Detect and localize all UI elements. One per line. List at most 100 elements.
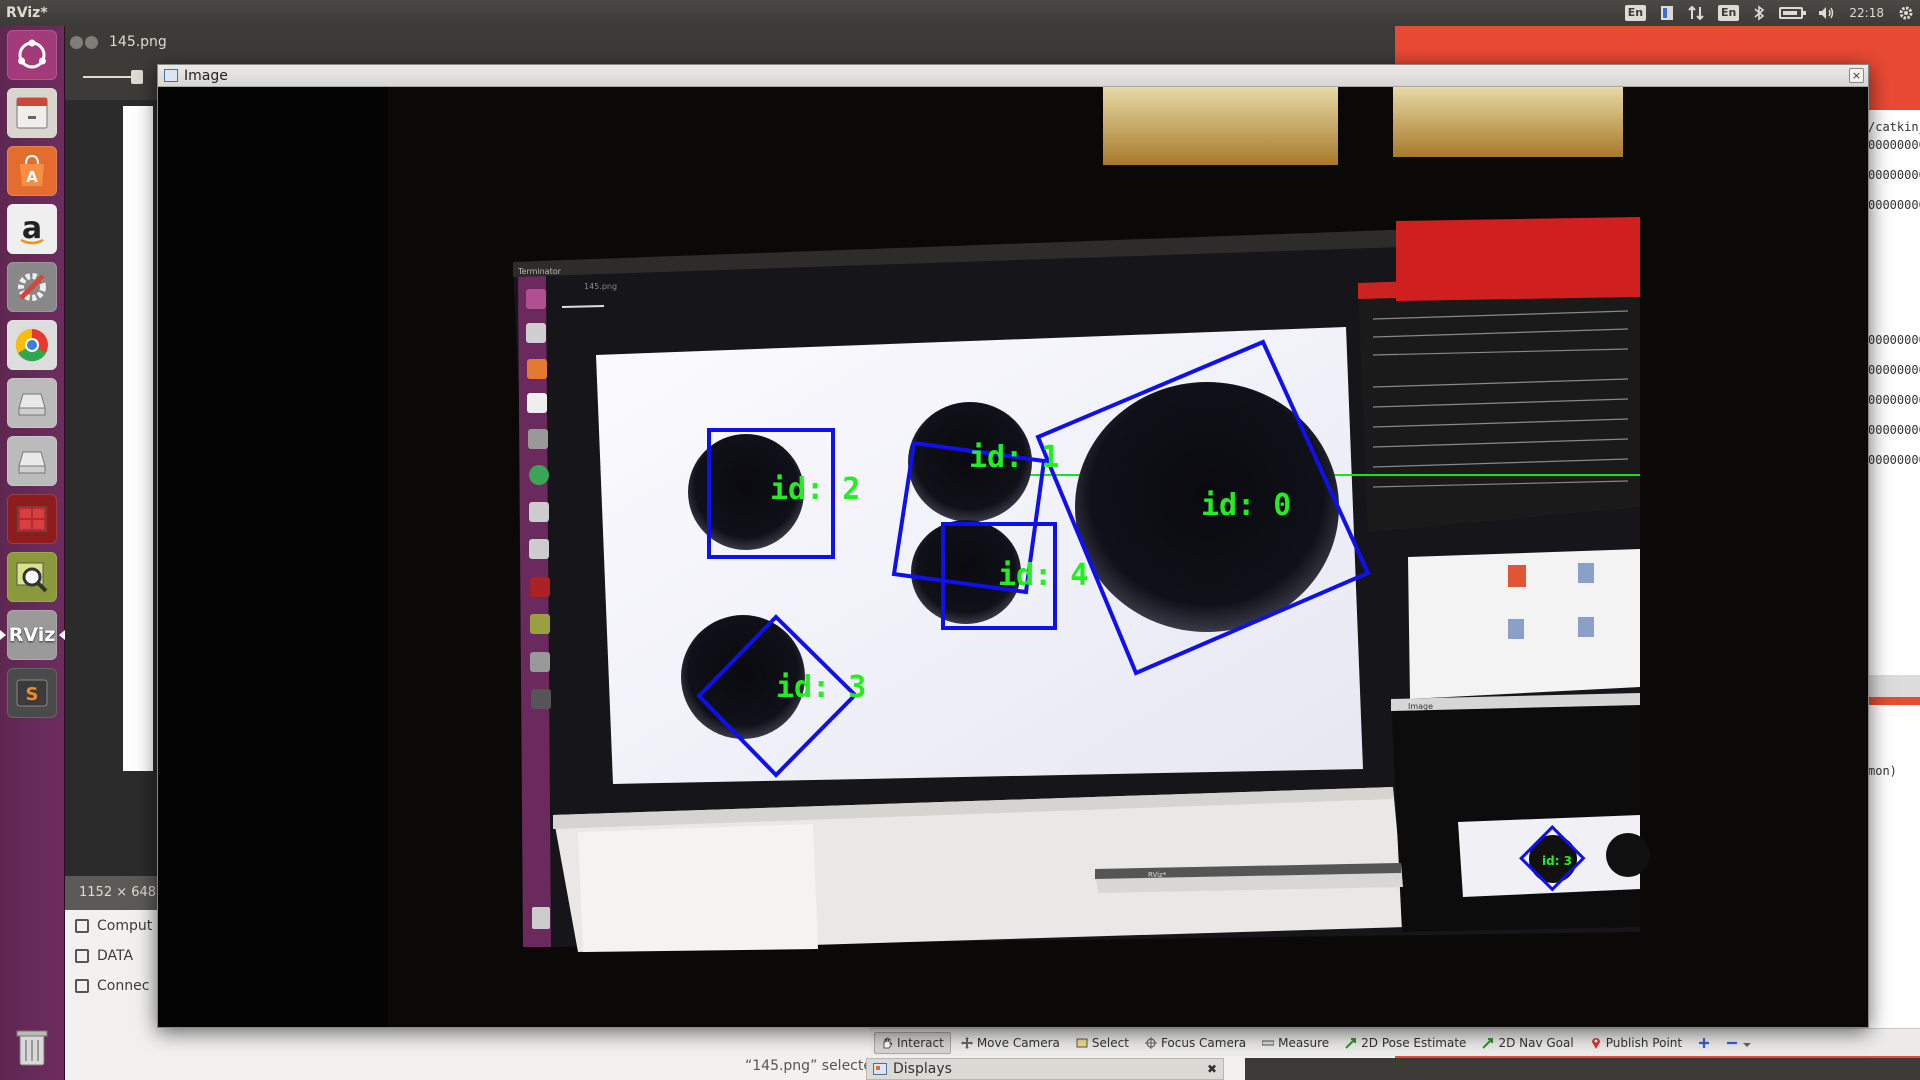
keyboard-layout-indicator-2[interactable]: En <box>1718 5 1740 21</box>
lit-window-right <box>1393 87 1623 157</box>
close-window-button[interactable]: × <box>1849 68 1864 83</box>
close-panel-button[interactable]: ✖ <box>1205 1062 1219 1076</box>
tool-2d-pose-estimate[interactable]: 2D Pose Estimate <box>1339 1032 1472 1054</box>
image-window-titlebar[interactable]: Image × <box>158 65 1868 87</box>
close-window-button[interactable] <box>70 36 83 49</box>
add-tool-button[interactable] <box>1692 1032 1716 1054</box>
volume-icon[interactable] <box>1817 4 1835 22</box>
select-icon <box>1076 1038 1088 1047</box>
chrome-launcher[interactable] <box>7 320 57 370</box>
inner-launcher-icon <box>527 393 547 413</box>
tool-select[interactable]: Select <box>1070 1032 1135 1054</box>
inner-launcher-icon <box>530 614 550 634</box>
dash-home-button[interactable] <box>7 30 57 80</box>
background-window-title: 145.png <box>109 34 167 50</box>
workspace-grid-icon <box>16 505 48 533</box>
tool-publish-point[interactable]: Publish Point <box>1584 1032 1688 1054</box>
inner-file-icon <box>1578 617 1594 637</box>
move-icon <box>960 1036 973 1049</box>
image-viewer-launcher[interactable] <box>7 552 57 602</box>
arrow-green-icon <box>1482 1037 1494 1049</box>
place-label: DATA <box>97 948 134 964</box>
sublime-text-launcher[interactable]: S <box>7 668 57 718</box>
network-icon[interactable] <box>1688 4 1704 22</box>
detection-label-2: id: 2 <box>770 472 860 507</box>
battery-icon[interactable] <box>1779 4 1807 22</box>
place-connect[interactable]: Connec <box>75 975 149 997</box>
inner-zoom-slider <box>561 305 605 308</box>
tool-measure[interactable]: Measure <box>1256 1032 1335 1054</box>
active-app-indicator <box>0 630 6 640</box>
terminal-line: 00000000 <box>1868 453 1920 467</box>
inner-detection-label: id: 3 <box>1542 854 1572 868</box>
inner-terminal-title: Terminator <box>517 267 562 276</box>
bluetooth-icon[interactable] <box>1753 4 1765 22</box>
hand-icon <box>883 1037 893 1048</box>
displays-panel-title: Displays <box>893 1061 952 1077</box>
file-cabinet-icon <box>16 97 48 129</box>
ubuntu-logo-icon <box>18 39 46 69</box>
tool-interact[interactable]: Interact <box>874 1031 951 1054</box>
disk-launcher-2[interactable] <box>7 436 57 486</box>
place-data[interactable]: DATA <box>75 945 133 967</box>
minus-dropdown-icon <box>1727 1041 1752 1047</box>
inner-image-window <box>1391 693 1640 932</box>
settings-wrench-icon <box>18 273 46 301</box>
app-title: RViz* <box>6 5 48 21</box>
files-launcher[interactable] <box>7 88 57 138</box>
place-label: Comput <box>97 918 153 934</box>
top-panel: RViz* En En 22:18 <box>0 0 1920 26</box>
zoom-slider-handle[interactable] <box>131 70 143 84</box>
minimize-window-button[interactable] <box>85 36 98 49</box>
terminal-line: 00000000 <box>1868 198 1920 212</box>
window-icon <box>164 69 178 82</box>
inner-launcher-icon <box>526 289 546 309</box>
software-center-launcher[interactable]: A <box>7 146 57 196</box>
tool-move-camera[interactable]: Move Camera <box>955 1032 1066 1054</box>
remove-tool-button[interactable] <box>1720 1032 1758 1054</box>
detection-label-0: id: 0 <box>1201 488 1291 523</box>
inner-launcher-icon <box>529 502 549 522</box>
indicator-area: En En 22:18 <box>1624 0 1914 26</box>
disk-launcher-1[interactable] <box>7 378 57 428</box>
drive-icon <box>18 451 46 474</box>
trash-launcher[interactable] <box>7 1022 57 1072</box>
terminal-line: 00000000 <box>1868 363 1920 377</box>
shopping-bag-icon: A <box>20 154 44 186</box>
server-icon <box>75 979 89 993</box>
chrome-icon <box>15 328 48 362</box>
tool-focus-camera[interactable]: Focus Camera <box>1139 1032 1252 1054</box>
terminal-line: /catkin_w <box>1868 120 1920 134</box>
inner-image-title: Image <box>1408 702 1433 711</box>
displays-panel-header: Displays ✖ <box>866 1058 1224 1080</box>
inner-rviz-title: RViz* <box>1148 871 1167 879</box>
keyboard-layout-indicator[interactable]: En <box>1624 5 1647 21</box>
magnifier-photo-icon <box>16 562 48 593</box>
launcher: A a RViz S <box>0 26 65 1080</box>
system-settings-launcher[interactable] <box>7 262 57 312</box>
inner-launcher-icon <box>528 429 548 449</box>
displays-panel-icon <box>873 1063 887 1075</box>
tool-2d-nav-goal[interactable]: 2D Nav Goal <box>1476 1032 1579 1054</box>
window-icon[interactable] <box>1660 4 1674 22</box>
rviz-splitter[interactable] <box>1868 675 1920 697</box>
inner-launcher-icon <box>529 465 549 485</box>
place-computer[interactable]: Comput <box>75 915 152 937</box>
focus-icon <box>1144 1036 1157 1049</box>
inner-launcher-icon <box>531 689 551 709</box>
workspace-switcher-launcher[interactable] <box>7 494 57 544</box>
terminal-line: 00000000 <box>1868 168 1920 182</box>
inner-launcher-icon <box>526 323 546 343</box>
gear-icon[interactable] <box>1898 4 1914 22</box>
detection-label-3: id: 3 <box>776 670 866 705</box>
camera-image[interactable]: Terminator 145.png Image id: 3 RViz* id:… <box>158 87 1868 1027</box>
terminal-line: 00000000 <box>1868 393 1920 407</box>
clock[interactable]: 22:18 <box>1849 4 1884 22</box>
rviz-launcher[interactable]: RViz <box>7 610 57 660</box>
amazon-icon: a <box>20 211 44 246</box>
sublime-icon: S <box>16 679 48 707</box>
inner-blob <box>1606 833 1650 877</box>
rviz-tool-bar: Interact Move Camera Select Focus Camera… <box>870 1028 1920 1056</box>
amazon-launcher[interactable]: a <box>7 204 57 254</box>
svg-text:A: A <box>26 168 38 186</box>
